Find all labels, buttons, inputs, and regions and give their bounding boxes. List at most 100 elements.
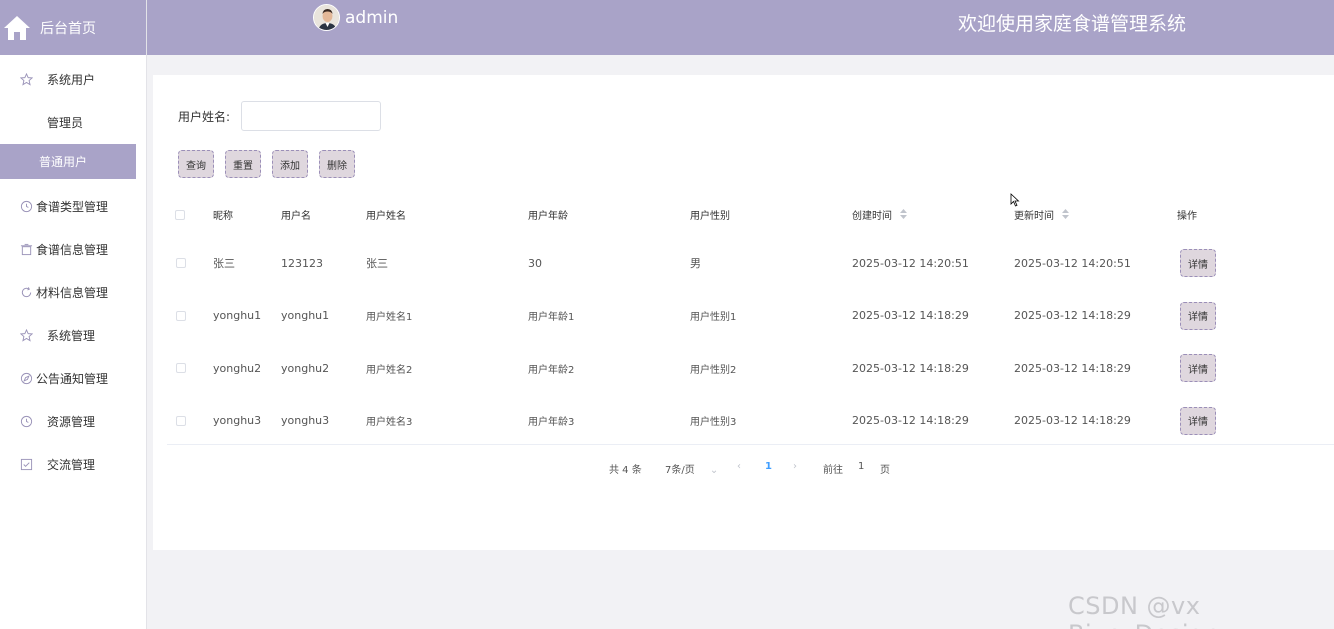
sidebar-item-label: 食谱类型管理 — [36, 200, 109, 214]
row-checkbox[interactable] — [176, 415, 186, 426]
clock-icon — [19, 200, 33, 214]
sidebar-item-label: 管理员 — [47, 115, 84, 130]
trash-icon — [19, 243, 33, 257]
detail-button[interactable]: 详情 — [1180, 354, 1216, 383]
sort-icon[interactable] — [900, 209, 908, 222]
sidebar-item-system-management[interactable]: 系统管理 — [0, 314, 146, 357]
cell-age: 30 — [528, 256, 542, 270]
sidebar-item-system-users[interactable]: 系统用户 — [0, 63, 146, 95]
cell-age: 用户年龄1 — [528, 312, 575, 324]
sidebar-item-announcements[interactable]: 公告通知管理 — [0, 357, 146, 400]
brand-label: 后台首页 — [40, 20, 96, 37]
cell-username: yonghu3 — [281, 414, 330, 428]
goto-input[interactable]: 1 — [858, 461, 864, 472]
cell-gender: 用户性别2 — [690, 364, 737, 376]
cell-gender: 男 — [690, 257, 701, 271]
checkbox-icon — [19, 458, 33, 472]
col-age: 用户年龄 — [528, 211, 568, 222]
watermark: CSDN @vx Biye_Design — [1068, 592, 1220, 629]
detail-button[interactable]: 详情 — [1180, 301, 1216, 330]
col-gender: 用户性别 — [690, 211, 730, 222]
page-size-value: 7条/页 — [665, 465, 695, 476]
reset-button[interactable]: 重置 — [225, 150, 261, 178]
home-icon — [2, 13, 32, 43]
sidebar-item-label: 系统管理 — [47, 329, 96, 343]
detail-button[interactable]: 详情 — [1180, 249, 1216, 278]
cell-username: yonghu1 — [281, 309, 330, 323]
cell-nickname: yonghu1 — [213, 309, 262, 323]
page-size-select[interactable]: 7条/页 ⌄ — [665, 461, 718, 476]
cell-realname: 张三 — [366, 257, 388, 271]
mouse-cursor-icon — [1010, 192, 1020, 211]
col-realname: 用户姓名 — [366, 211, 406, 222]
cell-age: 用户年龄2 — [528, 364, 575, 376]
cell-gender: 用户性别3 — [690, 417, 737, 429]
cell-updated: 2025-03-12 14:18:29 — [1014, 361, 1131, 375]
next-page-icon[interactable]: › — [793, 461, 797, 472]
search-input[interactable] — [241, 101, 382, 131]
col-updated[interactable]: 更新时间 — [1014, 207, 1070, 223]
sidebar-menu: 系统用户 管理员 普通用户 食谱类型管理 食谱信息管理 材料信息管理 系统管理 … — [0, 55, 146, 486]
action-buttons: 查询 重置 添加 删除 — [178, 150, 355, 178]
sidebar-item-label: 交流管理 — [47, 458, 96, 472]
cell-realname: 用户姓名2 — [366, 364, 413, 376]
sidebar-item-communication[interactable]: 交流管理 — [0, 443, 146, 486]
cell-nickname: 张三 — [213, 257, 235, 271]
sidebar-item-recipe-types[interactable]: 食谱类型管理 — [0, 185, 146, 228]
col-ops: 操作 — [1177, 211, 1197, 222]
cell-updated: 2025-03-12 14:18:29 — [1014, 414, 1131, 428]
col-nickname: 昵称 — [213, 211, 233, 222]
prev-page-icon[interactable]: ‹ — [737, 461, 741, 472]
refresh-icon — [19, 286, 33, 300]
sidebar-item-normal-users[interactable]: 普通用户 — [0, 144, 136, 179]
cell-username: 123123 — [281, 256, 323, 270]
cell-realname: 用户姓名3 — [366, 417, 413, 429]
sidebar-item-admin[interactable]: 管理员 — [0, 100, 146, 144]
goto-suffix: 页 — [880, 465, 890, 476]
sidebar-item-label: 系统用户 — [47, 72, 96, 87]
compass-icon — [19, 372, 33, 386]
clock-icon — [19, 415, 33, 429]
add-button[interactable]: 添加 — [272, 150, 308, 178]
cell-updated: 2025-03-12 14:20:51 — [1014, 256, 1131, 270]
query-button[interactable]: 查询 — [178, 150, 214, 178]
goto-label: 前往 — [823, 465, 843, 476]
chevron-down-icon: ⌄ — [709, 465, 719, 476]
pagination-total: 共 4 条 — [609, 465, 642, 476]
avatar[interactable] — [313, 4, 340, 31]
sidebar-brand[interactable]: 后台首页 — [0, 0, 146, 55]
sidebar-item-label: 普通用户 — [39, 155, 88, 169]
cell-created: 2025-03-12 14:18:29 — [852, 414, 969, 428]
row-checkbox[interactable] — [176, 258, 186, 269]
cell-age: 用户年龄3 — [528, 417, 575, 429]
col-created[interactable]: 创建时间 — [852, 207, 908, 223]
table-header-row: 昵称 用户名 用户姓名 用户年龄 用户性别 创建时间 更新时间 操作 — [167, 192, 1334, 237]
col-username: 用户名 — [281, 211, 311, 222]
admin-name[interactable]: admin — [345, 8, 398, 28]
cell-nickname: yonghu3 — [213, 414, 262, 428]
cell-realname: 用户姓名1 — [366, 312, 413, 324]
sidebar-item-label: 资源管理 — [47, 415, 96, 429]
cell-gender: 用户性别1 — [690, 312, 737, 324]
detail-button[interactable]: 详情 — [1180, 406, 1216, 435]
search-label: 用户姓名: — [178, 109, 231, 124]
table-row: yonghu3 yonghu3 用户姓名3 用户年龄3 用户性别3 2025-0… — [167, 395, 1334, 448]
page-number-current[interactable]: 1 — [765, 461, 772, 472]
row-checkbox[interactable] — [176, 310, 186, 321]
cell-updated: 2025-03-12 14:18:29 — [1014, 309, 1131, 323]
sidebar-item-recipe-info[interactable]: 食谱信息管理 — [0, 228, 146, 271]
sort-icon[interactable] — [1062, 209, 1070, 222]
cell-created: 2025-03-12 14:18:29 — [852, 361, 969, 375]
table-divider — [167, 444, 1334, 445]
select-all-checkbox[interactable] — [175, 209, 185, 220]
table-row: yonghu1 yonghu1 用户姓名1 用户年龄1 用户性别1 2025-0… — [167, 290, 1334, 343]
table-row: 张三 123123 张三 30 男 2025-03-12 14:20:51 20… — [167, 237, 1334, 290]
main-panel: 用户姓名: 查询 重置 添加 删除 昵称 用户名 用户姓名 用户年龄 用户性别 … — [153, 75, 1334, 550]
sidebar-item-label: 公告通知管理 — [36, 372, 109, 386]
col-updated-label: 更新时间 — [1014, 210, 1054, 222]
sidebar-item-resources[interactable]: 资源管理 — [0, 400, 146, 443]
user-table: 昵称 用户名 用户姓名 用户年龄 用户性别 创建时间 更新时间 操作 张三 12… — [167, 192, 1334, 447]
delete-button[interactable]: 删除 — [319, 150, 355, 178]
row-checkbox[interactable] — [176, 363, 186, 374]
sidebar-item-material-info[interactable]: 材料信息管理 — [0, 271, 146, 314]
